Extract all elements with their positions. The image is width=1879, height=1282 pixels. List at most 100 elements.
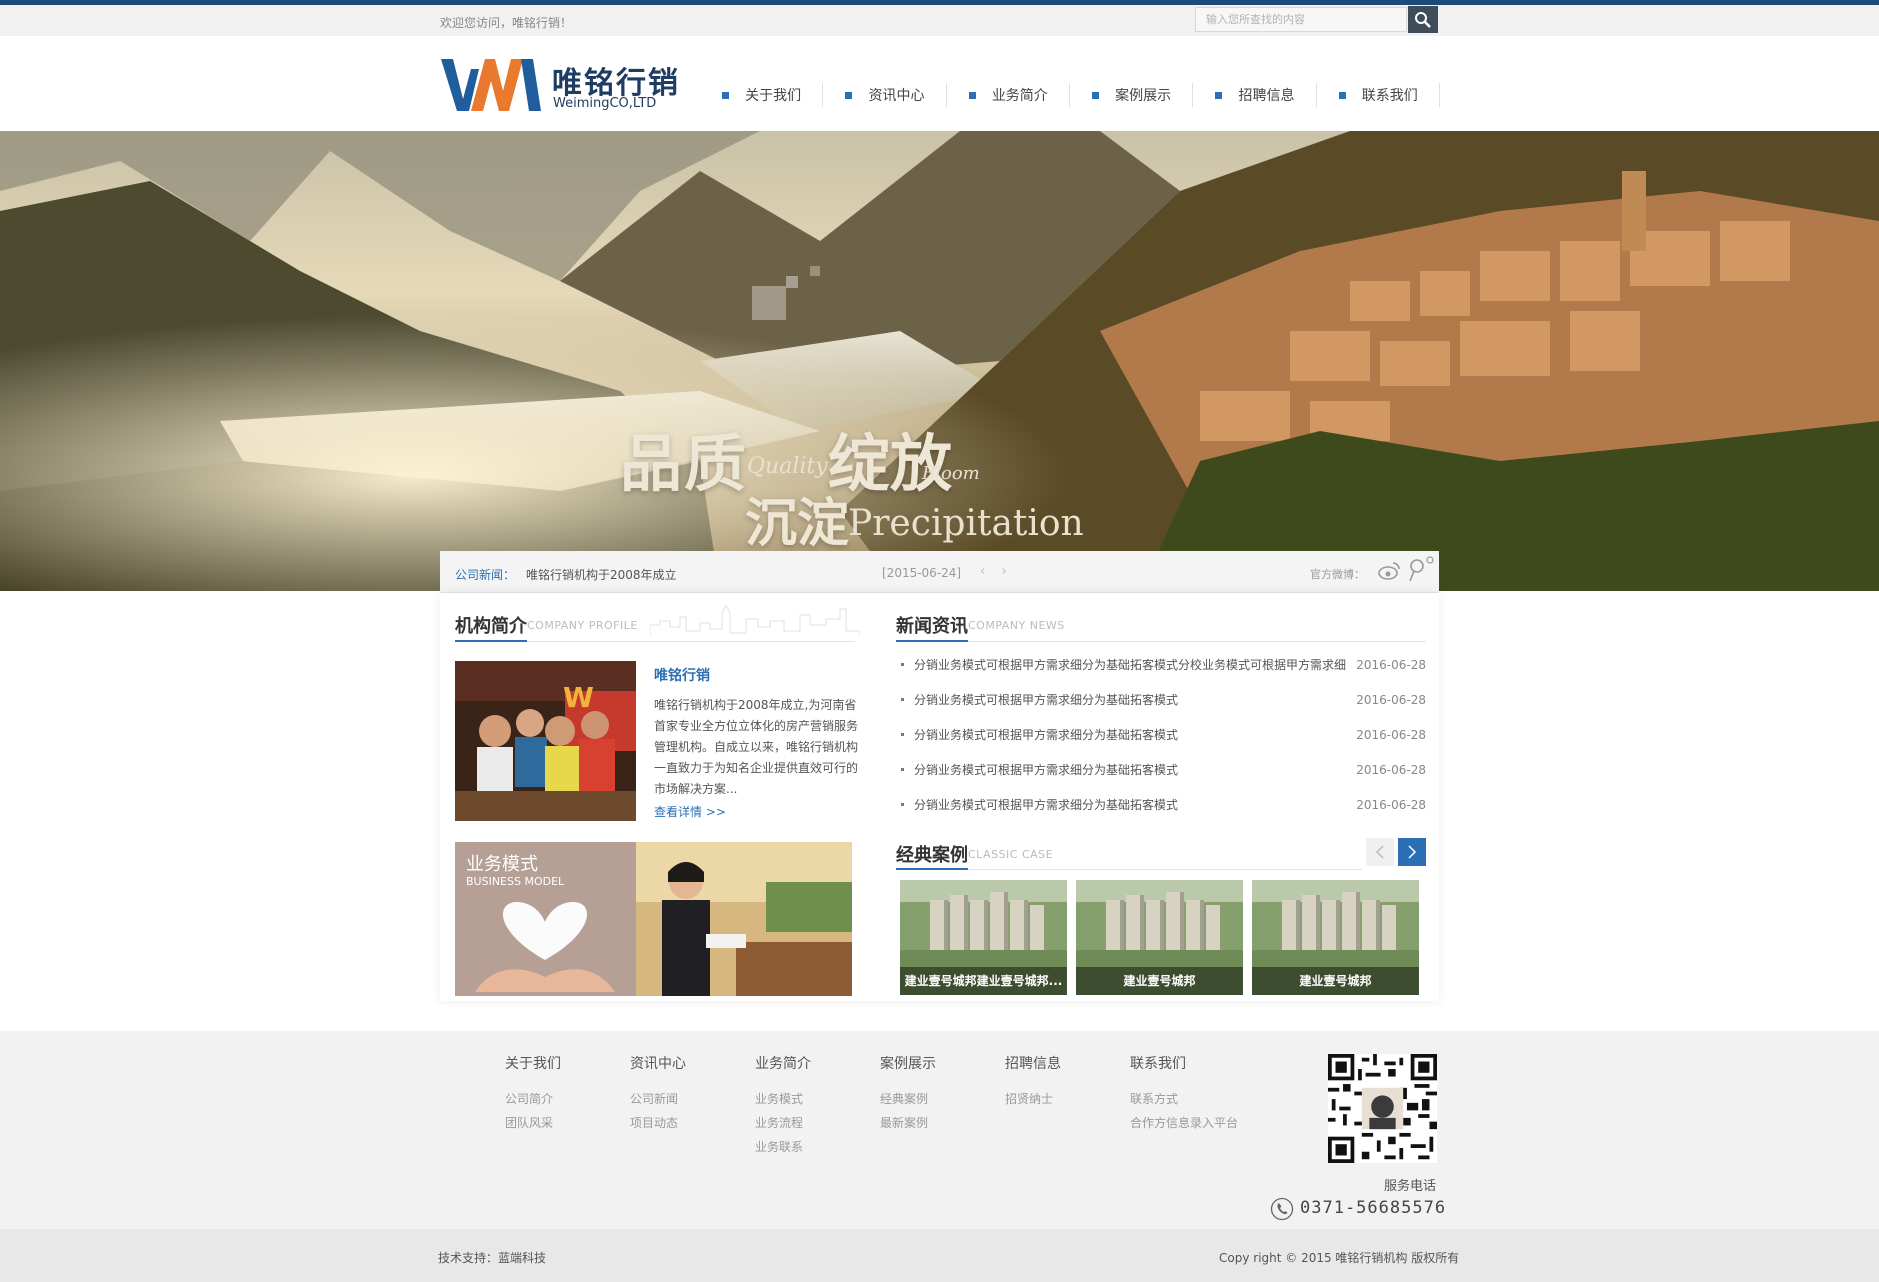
news-item-date: 2016-06-28 bbox=[1356, 657, 1426, 672]
service-phone-label: 服务电话 bbox=[1384, 1179, 1437, 1194]
footer-heading[interactable]: 关于我们 bbox=[505, 1053, 630, 1073]
cases-prev-button[interactable] bbox=[1366, 838, 1394, 866]
ticker-arrows[interactable]: ‹ › bbox=[980, 564, 1013, 579]
sina-weibo-icon[interactable] bbox=[1378, 559, 1402, 583]
footer-link[interactable]: 联系方式 bbox=[1130, 1087, 1280, 1111]
nav-label: 联系我们 bbox=[1361, 88, 1418, 104]
news-item[interactable]: 分销业务模式可根据甲方需求细分为基础拓客模式 2016-06-28 bbox=[896, 752, 1426, 787]
case-thumb[interactable]: 建业壹号城邦建业壹号城邦... bbox=[900, 880, 1067, 995]
footer-col-cases: 案例展示 经典案例 最新案例 bbox=[880, 1053, 1005, 1135]
news-subtitle: COMPANY NEWS bbox=[968, 619, 1065, 632]
footer-col-contact: 联系我们 联系方式 合作方信息录入平台 bbox=[1130, 1053, 1280, 1135]
news-item-title[interactable]: 分销业务模式可根据甲方需求细分为基础拓客模式 bbox=[914, 691, 1356, 708]
chevron-left-icon bbox=[1375, 845, 1384, 859]
main-content: 机构简介 COMPANY PROFILE W 唯铭行销 唯铭行销机构于2008年… bbox=[440, 593, 1439, 1001]
news-item[interactable]: 分销业务模式可根据甲方需求细分为基础拓客模式 2016-06-28 bbox=[896, 717, 1426, 752]
news-item-date: 2016-06-28 bbox=[1356, 727, 1426, 742]
footer-heading[interactable]: 业务简介 bbox=[755, 1053, 880, 1073]
bullet-icon bbox=[901, 803, 904, 806]
bullet-icon bbox=[901, 663, 904, 666]
footer-link[interactable]: 团队风采 bbox=[505, 1111, 630, 1135]
bullet-icon bbox=[968, 91, 976, 99]
footer-link[interactable]: 公司新闻 bbox=[630, 1087, 755, 1111]
footer-heading[interactable]: 招聘信息 bbox=[1005, 1053, 1130, 1073]
logo-subtitle: WeimingCO,LTD bbox=[553, 96, 657, 111]
service-phone-number[interactable]: 0371-56685576 bbox=[1300, 1198, 1446, 1218]
business-model-subtitle: BUSINESS MODEL bbox=[466, 875, 565, 888]
title-accent bbox=[896, 640, 968, 642]
news-item-title[interactable]: 分销业务模式可根据甲方需求细分为基础拓客模式 bbox=[914, 796, 1356, 813]
bullet-icon bbox=[1092, 91, 1100, 99]
footer-link[interactable]: 合作方信息录入平台 bbox=[1130, 1111, 1280, 1135]
bullet-icon bbox=[845, 91, 853, 99]
news-item-title[interactable]: 分销业务模式可根据甲方需求细分为基础拓客模式 bbox=[914, 761, 1356, 778]
nav-item-news[interactable]: 资讯中心 bbox=[823, 75, 947, 115]
footer-heading[interactable]: 联系我们 bbox=[1130, 1053, 1280, 1073]
qr-code-icon bbox=[1328, 1054, 1437, 1163]
chevron-right-icon bbox=[1408, 845, 1417, 859]
business-model-banner[interactable]: 业务模式 BUSINESS MODEL bbox=[455, 842, 852, 996]
bottom-bar: 技术支持：蓝端科技 Copy right © 2015 唯铭行销机构 版权所有 bbox=[0, 1229, 1879, 1282]
news-item[interactable]: 分销业务模式可根据甲方需求细分为基础拓客模式 2016-06-28 bbox=[896, 787, 1426, 822]
case-caption: 建业壹号城邦 bbox=[1252, 967, 1419, 995]
team-photo[interactable]: W bbox=[455, 661, 636, 821]
news-item[interactable]: 分销业务模式可根据甲方需求细分为基础拓客模式 2016-06-28 bbox=[896, 682, 1426, 717]
nav-item-about[interactable]: 关于我们 bbox=[700, 75, 824, 115]
bullet-icon bbox=[1338, 91, 1346, 99]
footer-link[interactable]: 业务联系 bbox=[755, 1135, 880, 1159]
tencent-weibo-icon[interactable] bbox=[1408, 555, 1434, 583]
news-item[interactable]: 分销业务模式可根据甲方需求细分为基础拓客模式分校业务模式可根据甲方需求细 2016… bbox=[896, 647, 1426, 682]
cases-subtitle: CLASSIC CASE bbox=[968, 848, 1054, 861]
footer-col-news: 资讯中心 公司新闻 项目动态 bbox=[630, 1053, 755, 1135]
slogan-precipitation: 沉淀 bbox=[745, 493, 850, 554]
search-input[interactable] bbox=[1195, 7, 1407, 32]
bullet-icon bbox=[901, 768, 904, 771]
slogan-quality-en: Quality bbox=[747, 454, 828, 479]
footer-link[interactable]: 公司简介 bbox=[505, 1087, 630, 1111]
news-ticker: 公司新闻： 唯铭行销机构于2008年成立 [2015-06-24] ‹ › 官方… bbox=[440, 551, 1439, 593]
main-nav: 关于我们 资讯中心 业务简介 案例展示 招聘信息 联系我们 bbox=[700, 75, 1441, 115]
bullet-icon bbox=[901, 698, 904, 701]
news-ticker-link[interactable]: 唯铭行销机构于2008年成立 bbox=[526, 566, 677, 583]
hero-banner: 品质 Quality 绽放 Bloom 沉淀 Precipitation bbox=[0, 131, 1879, 591]
cases-next-button[interactable] bbox=[1398, 838, 1426, 866]
news-item-title[interactable]: 分销业务模式可根据甲方需求细分为基础拓客模式分校业务模式可根据甲方需求细 bbox=[914, 656, 1356, 673]
case-thumb[interactable]: 建业壹号城邦 bbox=[1076, 880, 1243, 995]
nav-item-business[interactable]: 业务简介 bbox=[947, 75, 1071, 115]
welcome-text: 欢迎您访问，唯铭行销！ bbox=[440, 16, 573, 30]
nav-item-contact[interactable]: 联系我们 bbox=[1317, 75, 1441, 115]
business-model-panel: 业务模式 BUSINESS MODEL bbox=[455, 842, 636, 996]
divider bbox=[896, 641, 1426, 642]
slogan-precipitation-en: Precipitation bbox=[848, 503, 1084, 544]
case-thumb[interactable]: 建业壹号城邦 bbox=[1252, 880, 1419, 995]
footer-col-jobs: 招聘信息 招贤纳士 bbox=[1005, 1053, 1130, 1111]
wm-logo-icon[interactable] bbox=[441, 55, 541, 115]
nav-item-cases[interactable]: 案例展示 bbox=[1070, 75, 1194, 115]
footer-link[interactable]: 经典案例 bbox=[880, 1087, 1005, 1111]
bullet-icon bbox=[1215, 91, 1223, 99]
nav-label: 资讯中心 bbox=[868, 88, 925, 104]
footer-link[interactable]: 业务流程 bbox=[755, 1111, 880, 1135]
read-more-link[interactable]: 查看详情 >> bbox=[654, 803, 726, 820]
case-caption: 建业壹号城邦建业壹号城邦... bbox=[900, 967, 1067, 995]
nav-label: 业务简介 bbox=[991, 88, 1048, 104]
title-accent bbox=[896, 868, 968, 870]
cases-title: 经典案例 bbox=[896, 845, 968, 866]
search-button[interactable] bbox=[1408, 6, 1438, 33]
bullet-icon bbox=[722, 91, 730, 99]
case-caption: 建业壹号城邦 bbox=[1076, 967, 1243, 995]
footer-link[interactable]: 业务模式 bbox=[755, 1087, 880, 1111]
nav-label: 招聘信息 bbox=[1238, 88, 1295, 104]
footer-heading[interactable]: 资讯中心 bbox=[630, 1053, 755, 1073]
profile-name[interactable]: 唯铭行销 bbox=[654, 665, 710, 685]
news-title: 新闻资讯 bbox=[896, 616, 968, 637]
title-accent bbox=[455, 640, 527, 642]
news-item-title[interactable]: 分销业务模式可根据甲方需求细分为基础拓客模式 bbox=[914, 726, 1356, 743]
footer-link[interactable]: 项目动态 bbox=[630, 1111, 755, 1135]
footer-heading[interactable]: 案例展示 bbox=[880, 1053, 1005, 1073]
footer-link[interactable]: 最新案例 bbox=[880, 1111, 1005, 1135]
nav-item-jobs[interactable]: 招聘信息 bbox=[1193, 75, 1317, 115]
news-list: 分销业务模式可根据甲方需求细分为基础拓客模式分校业务模式可根据甲方需求细 2016… bbox=[896, 647, 1426, 822]
news-ticker-label: 公司新闻： bbox=[455, 568, 516, 582]
footer-link[interactable]: 招贤纳士 bbox=[1005, 1087, 1130, 1111]
